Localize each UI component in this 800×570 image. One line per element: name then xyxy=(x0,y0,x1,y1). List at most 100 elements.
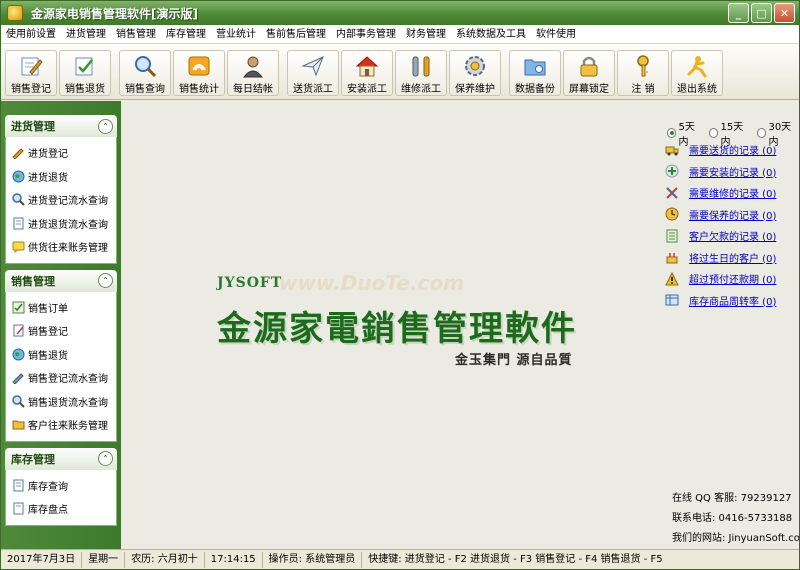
product-title: 金源家電銷售管理軟件 xyxy=(217,309,577,349)
reminder-list: 需要送货的记录 (0) 需要安装的记录 (0) 需要维修的记录 (0) 需要保养… xyxy=(665,139,776,311)
install-dispatch-button[interactable]: 安装派工 xyxy=(341,50,393,96)
order-icon xyxy=(12,301,25,314)
main-content: www.DuoTe.com JYSOFT 金源家電銷售管理軟件 金玉集門 源自品… xyxy=(122,101,799,549)
magnifier-icon xyxy=(12,193,25,206)
sidebar-group-sales-header[interactable]: 销售管理 ⌃ xyxy=(5,269,117,292)
status-shortcuts: 快捷键: 进货登记 - F2 进货退货 - F3 销售登记 - F4 销售退货 … xyxy=(368,553,663,565)
qq-support: 在线 QQ 客服: 79239127 xyxy=(672,493,792,504)
product-slogan: 金玉集門 源自品質 xyxy=(455,353,573,368)
sidebar-item-purchase-register[interactable]: 进货登记 xyxy=(6,141,116,165)
sidebar-item-purchase-return[interactable]: 进货退货 xyxy=(6,165,116,189)
menu-tools[interactable]: 系统数据及工具 xyxy=(451,25,531,44)
globe-icon xyxy=(12,348,25,361)
reminder-inventory-turnover[interactable]: 库存商品周转率 (0) xyxy=(665,290,776,312)
logout-button[interactable]: 注 销 xyxy=(617,50,669,96)
return-check-icon xyxy=(72,54,98,78)
reminder-maintenance[interactable]: 需要保养的记录 (0) xyxy=(665,204,776,226)
gear-icon xyxy=(462,54,488,78)
sidebar-item-inventory-query[interactable]: 库存查询 xyxy=(6,474,116,498)
close-button[interactable]: ✕ xyxy=(774,3,795,23)
document-icon xyxy=(13,479,24,492)
reminder-birthday[interactable]: 将过生日的客户 (0) xyxy=(665,247,776,269)
collapse-icon[interactable]: ⌃ xyxy=(98,118,113,134)
screen-lock-button[interactable]: 屏幕锁定 xyxy=(563,50,615,96)
cake-icon xyxy=(666,253,678,264)
statistics-icon xyxy=(186,54,212,78)
daily-settlement-button[interactable]: 每日结帐 xyxy=(227,50,279,96)
magnifier-icon xyxy=(12,395,25,408)
minimize-button[interactable]: _ xyxy=(728,3,749,23)
brand-logo: JYSOFT xyxy=(217,275,283,291)
repair-dispatch-button[interactable]: 维修派工 xyxy=(395,50,447,96)
menu-setup[interactable]: 使用前设置 xyxy=(1,25,61,44)
table-icon xyxy=(665,294,679,306)
reminder-delivery[interactable]: 需要送货的记录 (0) xyxy=(665,139,776,161)
sidebar-item-purchase-return-query[interactable]: 进货退货流水查询 xyxy=(6,212,116,236)
folder-icon xyxy=(12,420,25,430)
register-icon xyxy=(13,324,24,337)
sidebar-group-purchase-header[interactable]: 进货管理 ⌃ xyxy=(5,115,117,137)
maintenance-button[interactable]: 保养维护 xyxy=(449,50,501,96)
website-link[interactable]: 我们的网站: JinyuanSoft.com xyxy=(672,529,799,549)
truck-icon xyxy=(665,146,679,156)
sidebar-item-sales-register[interactable]: 销售登记 xyxy=(6,319,116,343)
sidebar-item-sales-return[interactable]: 销售退货 xyxy=(6,343,116,367)
data-backup-button[interactable]: 数据备份 xyxy=(509,50,561,96)
sales-query-button[interactable]: 销售查询 xyxy=(119,50,171,96)
menu-sales[interactable]: 销售管理 xyxy=(111,25,161,44)
sales-register-button[interactable]: 销售登记 xyxy=(5,50,57,96)
maximize-button[interactable]: □ xyxy=(751,3,772,23)
menu-finance[interactable]: 财务管理 xyxy=(401,25,451,44)
radio-icon xyxy=(709,128,719,138)
reminder-install[interactable]: 需要安装的记录 (0) xyxy=(665,161,776,183)
sidebar-group-inventory: 库存查询 库存盘点 xyxy=(5,469,117,526)
sidebar-item-purchase-register-query[interactable]: 进货登记流水查询 xyxy=(6,188,116,212)
menu-purchase[interactable]: 进货管理 xyxy=(61,25,111,44)
tools-icon xyxy=(666,187,678,199)
sidebar-item-inventory-count[interactable]: 库存盘点 xyxy=(6,497,116,521)
collapse-icon[interactable]: ⌃ xyxy=(98,451,113,466)
menu-service[interactable]: 售前售后管理 xyxy=(261,25,331,44)
status-operator: 操作员: 系统管理员 xyxy=(263,551,363,568)
key-icon xyxy=(630,54,656,78)
sidebar: 进货管理 ⌃ 进货登记 进货退货 进货登记流水查询 进货退货流水查询 供货往来账… xyxy=(1,101,121,549)
sidebar-item-sales-register-query[interactable]: 销售登记流水查询 xyxy=(6,366,116,390)
app-logo-icon xyxy=(7,5,23,21)
reminder-customer-debt[interactable]: 客户欠款的记录 (0) xyxy=(665,225,776,247)
register-pen-icon xyxy=(18,54,44,78)
wrench-icon xyxy=(408,54,434,78)
sidebar-item-customer-accounts[interactable]: 客户往来账务管理 xyxy=(6,413,116,437)
contact-info: 在线 QQ 客服: 79239127 联系电话: 0416-5733188 我们… xyxy=(672,489,799,549)
sales-statistics-button[interactable]: 销售统计 xyxy=(173,50,225,96)
sidebar-item-sales-return-query[interactable]: 销售退货流水查询 xyxy=(6,390,116,414)
ledger-icon xyxy=(666,229,678,243)
delivery-dispatch-button[interactable]: 送货派工 xyxy=(287,50,339,96)
pen-icon xyxy=(12,373,24,385)
reminder-overdue-payment[interactable]: 超过预付还款期 (0) xyxy=(665,268,776,290)
clock-icon xyxy=(665,207,679,221)
sidebar-item-sales-order[interactable]: 销售订单 xyxy=(6,296,116,320)
menu-help[interactable]: 软件使用 xyxy=(531,25,581,44)
app-window: 金源家电销售管理软件[演示版] _ □ ✕ 使用前设置 进货管理 销售管理 库存… xyxy=(0,0,800,570)
menu-statistics[interactable]: 营业统计 xyxy=(211,25,261,44)
document-icon xyxy=(13,502,24,515)
exit-system-button[interactable]: 退出系统 xyxy=(671,50,723,96)
menu-bar: 使用前设置 进货管理 销售管理 库存管理 营业统计 售前售后管理 内部事务管理 … xyxy=(1,25,799,44)
radio-icon xyxy=(757,128,767,138)
window-title: 金源家电销售管理软件[演示版] xyxy=(31,6,198,21)
status-weekday: 星期一 xyxy=(82,551,126,568)
sidebar-group-inventory-header[interactable]: 库存管理 ⌃ xyxy=(5,447,117,470)
magnifier-icon xyxy=(132,54,158,78)
sales-return-button[interactable]: 销售退货 xyxy=(59,50,111,96)
pen-icon xyxy=(12,148,24,160)
menu-internal[interactable]: 内部事务管理 xyxy=(331,25,401,44)
status-lunar-date: 农历: 六月初十 xyxy=(125,551,205,568)
sidebar-item-supplier-accounts[interactable]: 供货往来账务管理 xyxy=(6,235,116,259)
globe-icon xyxy=(12,170,25,183)
collapse-icon[interactable]: ⌃ xyxy=(98,273,113,288)
exit-icon xyxy=(684,54,710,78)
reminder-repair[interactable]: 需要维修的记录 (0) xyxy=(665,182,776,204)
sidebar-group-purchase: 进货登记 进货退货 进货登记流水查询 进货退货流水查询 供货往来账务管理 xyxy=(5,137,117,264)
menu-inventory[interactable]: 库存管理 xyxy=(161,25,211,44)
paper-plane-icon xyxy=(300,54,326,78)
